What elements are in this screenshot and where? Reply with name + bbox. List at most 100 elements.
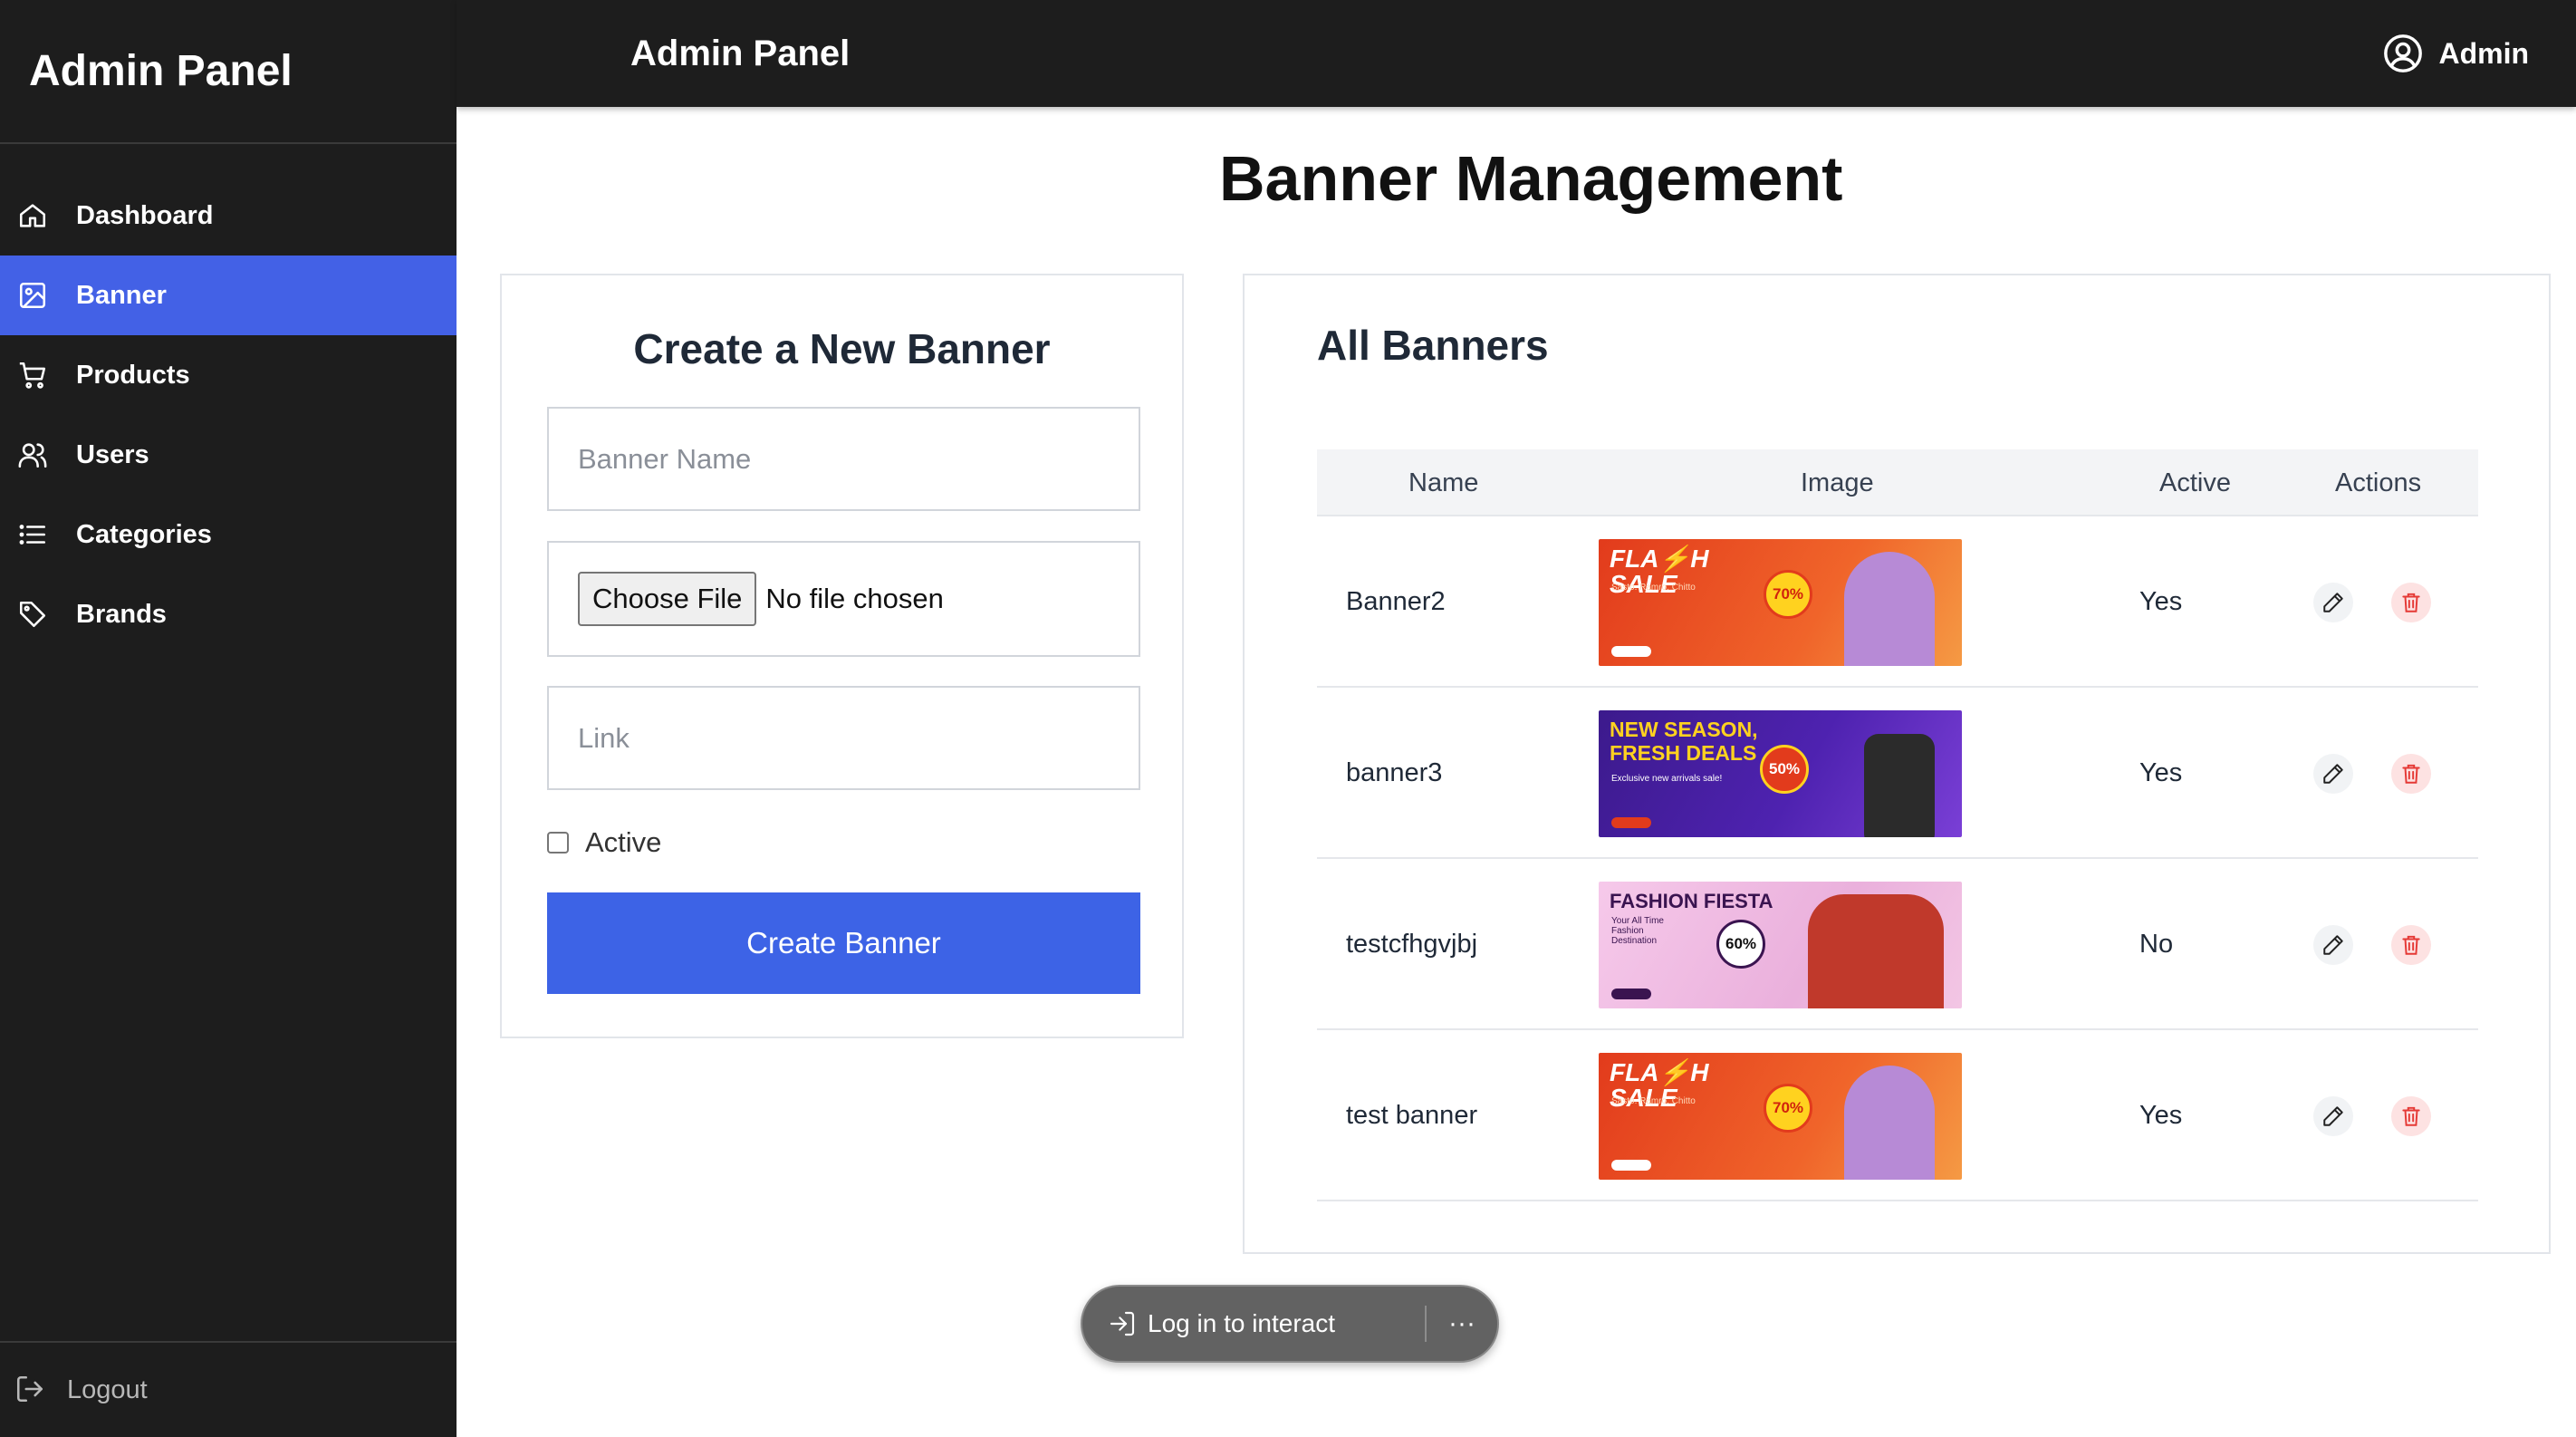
banner-thumbnail-headline: NEW SEASON, FRESH DEALS	[1610, 717, 1758, 765]
sidebar-item-products[interactable]: Products	[0, 335, 457, 415]
column-header-image: Image	[1801, 468, 1874, 497]
banner-image-cell: FLA⚡H SALE Sasto. Ramro. Chitto 70%	[1599, 1030, 1962, 1201]
model-figure	[1844, 551, 1935, 666]
banner-active-status: Yes	[2139, 758, 2183, 787]
login-icon	[1110, 1311, 1135, 1336]
sidebar-item-label: Categories	[76, 519, 212, 549]
delete-button[interactable]	[2391, 924, 2431, 965]
edit-button[interactable]	[2313, 924, 2353, 965]
link-placeholder: Link	[578, 721, 630, 754]
users-icon	[16, 439, 49, 471]
sidebar-item-label: Brands	[76, 599, 167, 629]
pencil-icon	[2323, 592, 2343, 612]
banner-name: test banner	[1346, 1101, 1478, 1130]
banner-thumbnail: NEW SEASON, FRESH DEALS Exclusive new ar…	[1599, 709, 1962, 837]
banner-name: testcfhgvjbj	[1346, 930, 1478, 959]
link-input[interactable]: Link	[547, 686, 1140, 790]
banner-thumbnail: FLA⚡H SALE Sasto. Ramro. Chitto 70%	[1599, 1052, 1962, 1180]
table-row: banner3 NEW SEASON, FRESH DEALS Exclusiv…	[1317, 688, 2478, 859]
table-row: test banner FLA⚡H SALE Sasto. Ramro. Chi…	[1317, 1030, 2478, 1201]
user-circle-icon	[2384, 34, 2423, 72]
banner-name: banner3	[1346, 758, 1443, 787]
table-header: Name Image Active Actions	[1317, 449, 2478, 516]
topbar-title: Admin Panel	[630, 33, 851, 73]
edit-button[interactable]	[2313, 1095, 2353, 1136]
banner-thumbnail-subtitle: Exclusive new arrivals sale!	[1611, 773, 1723, 784]
banner-image-cell: FLA⚡H SALE Sasto. Ramro. Chitto 70%	[1599, 516, 1962, 688]
active-label: Active	[585, 826, 662, 858]
all-banners-card: All Banners Name Image Active Actions Ba…	[1243, 274, 2551, 1254]
trash-icon	[2402, 935, 2420, 955]
sidebar-item-label: Products	[76, 360, 190, 390]
all-banners-title: All Banners	[1317, 322, 1549, 369]
banner-active-status: Yes	[2139, 587, 2183, 616]
banner-thumbnail-subtitle: Your All Time Fashion Destination	[1611, 915, 1664, 946]
banner-name: Banner2	[1346, 587, 1446, 616]
logout-button[interactable]: Logout	[0, 1341, 457, 1437]
sidebar: Admin Panel Dashboard Banner Products Us…	[0, 0, 457, 1437]
edit-button[interactable]	[2313, 582, 2353, 622]
banner-active-status: No	[2139, 930, 2174, 959]
sidebar-item-users[interactable]: Users	[0, 415, 457, 495]
more-options-button[interactable]: ···	[1427, 1287, 1497, 1361]
sidebar-item-banner[interactable]: Banner	[0, 256, 457, 335]
pencil-icon	[2323, 934, 2343, 955]
model-figure	[1844, 1065, 1935, 1180]
edit-button[interactable]	[2313, 753, 2353, 794]
backpack-figure	[1864, 733, 1935, 837]
banner-image-cell: NEW SEASON, FRESH DEALS Exclusive new ar…	[1599, 688, 1962, 859]
active-checkbox[interactable]	[547, 832, 569, 854]
discount-badge: 70%	[1764, 569, 1812, 619]
trash-icon	[2402, 593, 2420, 612]
sidebar-nav: Dashboard Banner Products Users Categori…	[0, 176, 457, 654]
sidebar-item-brands[interactable]: Brands	[0, 574, 457, 654]
banner-thumbnail-subtitle: Sasto. Ramro. Chitto	[1611, 582, 1696, 593]
logout-label: Logout	[67, 1374, 148, 1404]
banner-name-placeholder: Banner Name	[578, 442, 752, 475]
banner-active-status: Yes	[2139, 1101, 2183, 1130]
sidebar-item-label: Dashboard	[76, 200, 214, 230]
delete-button[interactable]	[2391, 1095, 2431, 1136]
banners-table: Name Image Active Actions Banner2 FLA⚡H …	[1317, 449, 2478, 1201]
shop-now-chip	[1611, 816, 1651, 828]
login-to-interact-button[interactable]: Log in to interact	[1082, 1287, 1425, 1361]
cart-icon	[16, 359, 49, 391]
sidebar-item-dashboard[interactable]: Dashboard	[0, 176, 457, 256]
tag-icon	[16, 598, 49, 631]
page-title: Banner Management	[1219, 143, 1843, 214]
sidebar-brand: Admin Panel	[0, 0, 457, 144]
banner-thumbnail: FLA⚡H SALE Sasto. Ramro. Chitto 70%	[1599, 538, 1962, 666]
choose-file-button[interactable]: Choose File	[578, 572, 757, 626]
discount-badge: 60%	[1716, 919, 1765, 969]
shop-now-chip	[1611, 645, 1651, 657]
discount-badge: 50%	[1760, 744, 1809, 794]
logout-icon	[14, 1374, 47, 1406]
image-icon	[16, 279, 49, 312]
banner-thumbnail: FASHION FIESTA Your All Time Fashion Des…	[1599, 881, 1962, 1008]
shop-now-chip	[1611, 1159, 1651, 1171]
column-header-active: Active	[2159, 468, 2231, 497]
user-menu[interactable]: Admin	[2382, 0, 2529, 107]
create-banner-title: Create a New Banner	[633, 325, 1051, 372]
banner-thumbnail-subtitle: Sasto. Ramro. Chitto	[1611, 1095, 1696, 1106]
create-banner-button[interactable]: Create Banner	[547, 892, 1140, 994]
banner-thumbnail-headline: FASHION FIESTA	[1610, 889, 1773, 912]
delete-button[interactable]	[2391, 753, 2431, 794]
login-label: Log in to interact	[1148, 1309, 1336, 1337]
topbar: Admin Panel Admin	[457, 0, 2576, 107]
shop-now-chip	[1611, 988, 1651, 999]
table-row: Banner2 FLA⚡H SALE Sasto. Ramro. Chitto …	[1317, 516, 2478, 688]
banner-name-input[interactable]: Banner Name	[547, 407, 1140, 511]
table-row: testcfhgvjbj FASHION FIESTA Your All Tim…	[1317, 859, 2478, 1030]
column-header-name: Name	[1408, 468, 1479, 497]
delete-button[interactable]	[2391, 582, 2431, 622]
active-checkbox-row[interactable]: Active	[547, 826, 661, 859]
sidebar-item-label: Banner	[76, 280, 167, 310]
file-input[interactable]: Choose File No file chosen	[547, 541, 1140, 657]
trash-icon	[2402, 1106, 2420, 1126]
pencil-icon	[2323, 763, 2343, 784]
pencil-icon	[2323, 1105, 2343, 1126]
list-icon	[16, 518, 49, 551]
sidebar-item-categories[interactable]: Categories	[0, 495, 457, 574]
discount-badge: 70%	[1764, 1083, 1812, 1133]
